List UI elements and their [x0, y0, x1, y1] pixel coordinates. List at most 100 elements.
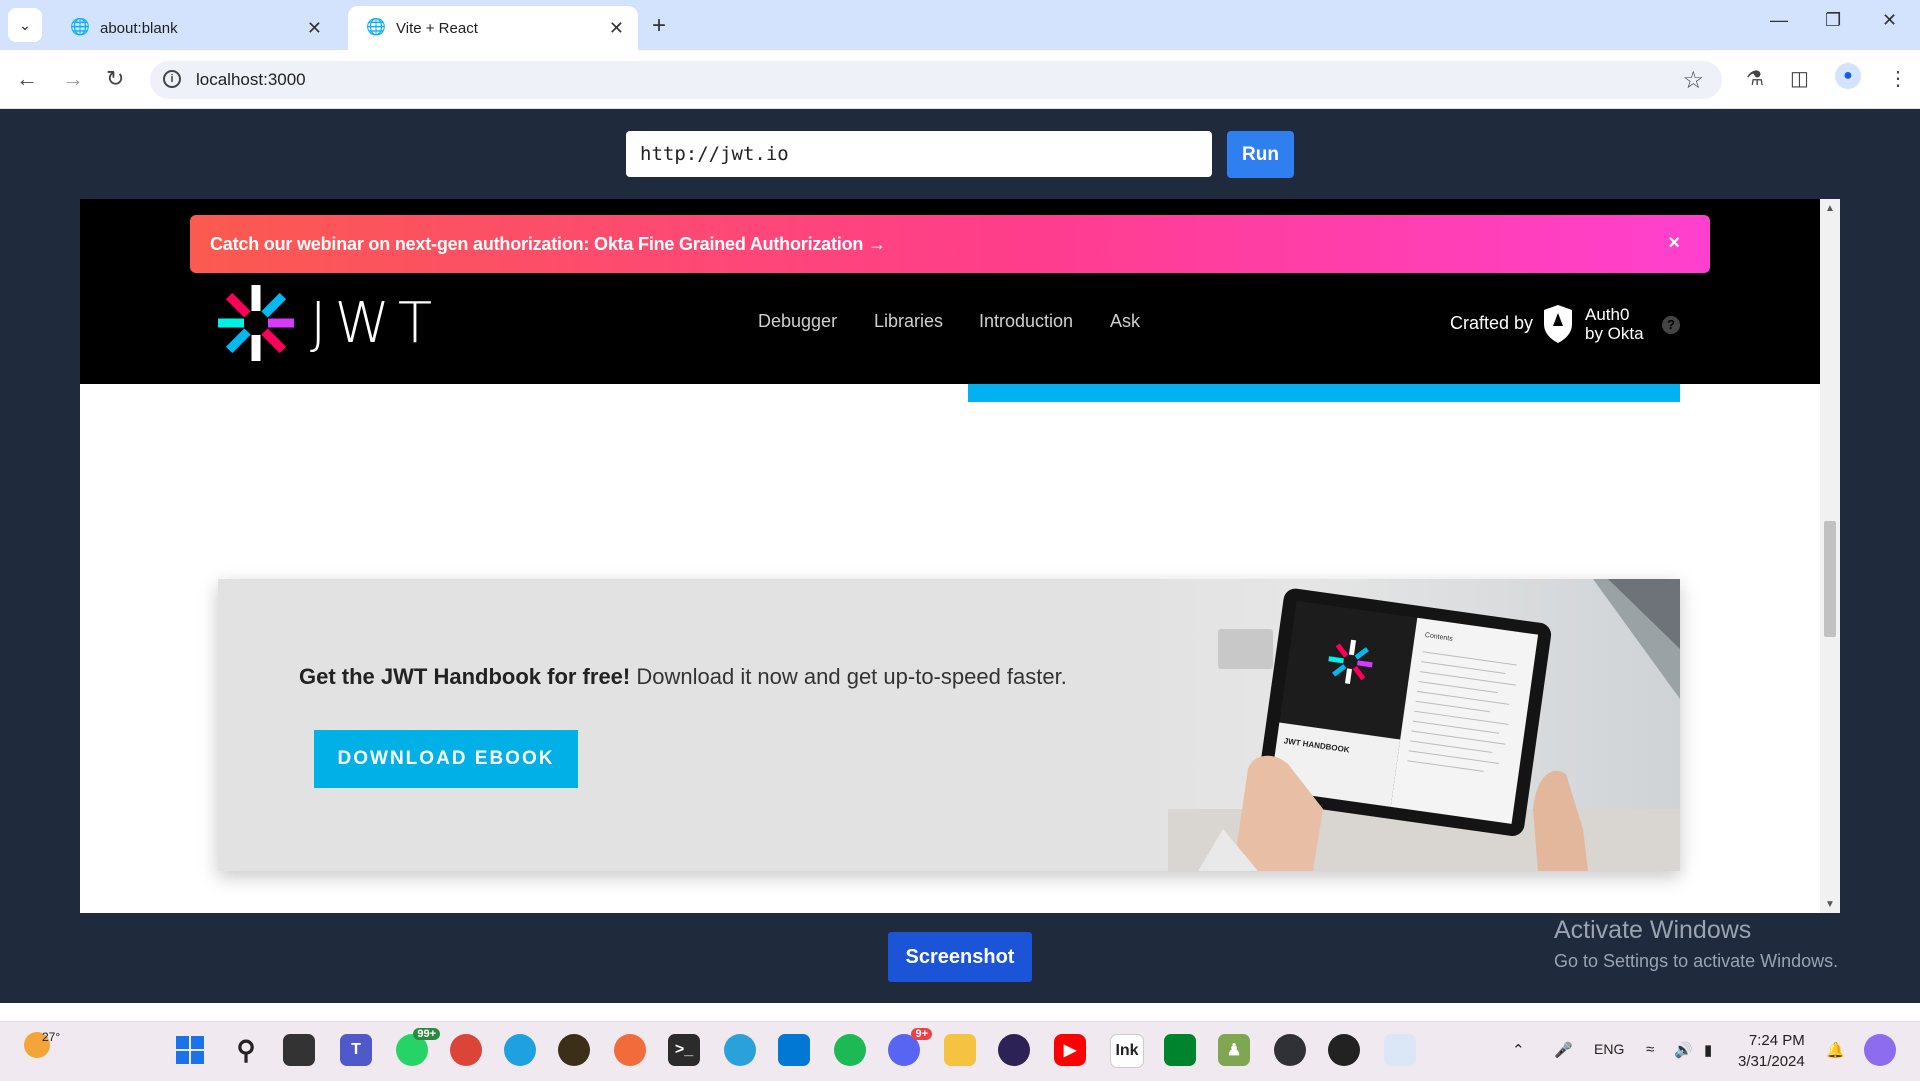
task-view-icon[interactable] — [283, 1034, 315, 1066]
tab-search-button[interactable]: ⌄ — [8, 8, 42, 42]
screenshot-button[interactable]: Screenshot — [888, 932, 1032, 982]
scroll-up-icon[interactable]: ▲ — [1825, 203, 1835, 214]
edge-icon[interactable] — [504, 1034, 536, 1066]
forward-icon[interactable]: → — [62, 66, 84, 92]
jwt-logo-icon[interactable] — [216, 283, 296, 363]
tab-about-blank[interactable]: 🌐 about:blank ✕ — [52, 6, 336, 50]
clock-time: 7:24 PM — [1748, 1032, 1805, 1049]
chrome-active-icon[interactable] — [1384, 1034, 1416, 1066]
discord-badge: 9+ — [911, 1028, 932, 1040]
discord-icon[interactable]: 9+ — [888, 1028, 932, 1066]
webinar-banner[interactable]: Catch our webinar on next-gen authorizat… — [190, 215, 1710, 273]
search-icon[interactable]: ⚲ — [230, 1034, 262, 1066]
youtube-icon[interactable]: ▶ — [1054, 1034, 1086, 1066]
taskbar: 27° ⚲ T 99+ >_ 9+ ▶ Ink ♟ ⌃ 🎤 ENG ≈ 🔊 ▮ … — [0, 1021, 1920, 1081]
scroll-down-icon[interactable]: ▼ — [1825, 899, 1835, 910]
whatsapp-badge: 99+ — [413, 1028, 440, 1040]
ebook-promo-rest: Download it now and get up-to-speed fast… — [630, 664, 1067, 689]
address-bar[interactable]: i localhost:3000 ☆ — [150, 61, 1722, 99]
postman-icon[interactable] — [614, 1034, 646, 1066]
league-icon[interactable] — [558, 1034, 590, 1066]
banner-close-icon[interactable]: × — [1668, 232, 1680, 255]
app-icon[interactable] — [1328, 1034, 1360, 1066]
close-tab-icon[interactable]: ✕ — [609, 18, 624, 39]
address-text: localhost:3000 — [196, 70, 306, 89]
minimize-icon[interactable]: — — [1770, 10, 1788, 31]
back-icon[interactable]: ← — [16, 66, 38, 92]
copilot-icon[interactable] — [1864, 1034, 1896, 1066]
eclipse-icon[interactable] — [998, 1034, 1030, 1066]
telegram-icon[interactable] — [724, 1034, 756, 1066]
terminal-icon[interactable]: >_ — [668, 1034, 700, 1066]
volume-icon[interactable]: 🔊 — [1674, 1041, 1693, 1059]
clock[interactable]: 7:24 PM 3/31/2024 — [1738, 1030, 1805, 1072]
jwt-logo-text[interactable]: JWT — [310, 291, 440, 356]
nav-libraries[interactable]: Libraries — [874, 311, 943, 332]
crafted-by-label: Crafted by — [1450, 313, 1534, 333]
ebook-promo-text: Get the JWT Handbook for free! Download … — [299, 664, 1067, 690]
chevron-down-icon: ⌄ — [19, 16, 31, 33]
tray-overflow-icon[interactable]: ⌃ — [1512, 1041, 1525, 1059]
side-panel-icon[interactable]: ◫ — [1790, 66, 1809, 91]
browser-toolbar: ← → ↻ i localhost:3000 ☆ ⚗ ◫ ● ⋮ — [0, 50, 1920, 109]
inkscape-icon[interactable]: Ink — [1110, 1034, 1144, 1068]
nav-introduction[interactable]: Introduction — [979, 311, 1073, 332]
site-header: Catch our webinar on next-gen authorizat… — [80, 199, 1820, 384]
activate-windows-watermark: Activate Windows Go to Settings to activ… — [1554, 916, 1838, 972]
battery-icon[interactable]: ▮ — [1704, 1041, 1712, 1059]
url-input[interactable] — [626, 131, 1212, 177]
reload-icon[interactable]: ↻ — [106, 66, 124, 92]
weather-widget[interactable]: 27° — [24, 1030, 60, 1063]
site-info-icon[interactable]: i — [163, 70, 181, 88]
preview-frame: Catch our webinar on next-gen authorizat… — [80, 199, 1840, 913]
profile-avatar-icon[interactable]: ● — [1835, 63, 1861, 89]
new-tab-icon[interactable]: + — [652, 12, 666, 40]
tablet-handbook-image: JWT HANDBOOK Contents — [1138, 579, 1680, 871]
chess-icon[interactable]: ♟ — [1218, 1034, 1250, 1066]
google-meet-icon[interactable] — [1164, 1034, 1196, 1066]
vscode-icon[interactable] — [778, 1034, 810, 1066]
page-bottom-strip — [0, 1003, 1920, 1021]
menu-kebab-icon[interactable]: ⋮ — [1888, 66, 1908, 91]
help-icon[interactable]: ? — [1662, 316, 1680, 334]
weather-temp: 27° — [42, 1030, 61, 1044]
spotify-icon[interactable] — [834, 1034, 866, 1066]
teams-icon[interactable]: T — [340, 1034, 372, 1066]
tab-vite-react[interactable]: 🌐 Vite + React ✕ — [348, 6, 638, 50]
auth0-line1: Auth0 — [1585, 305, 1630, 324]
globe-icon: 🌐 — [366, 19, 386, 36]
partial-blue-panel — [968, 384, 1680, 402]
auth0-logo-text[interactable]: Auth0 by Okta — [1585, 305, 1644, 343]
start-windows-icon[interactable] — [174, 1034, 206, 1066]
nav-debugger[interactable]: Debugger — [758, 311, 837, 332]
nav-ask[interactable]: Ask — [1110, 311, 1140, 332]
auth0-shield-icon[interactable] — [1542, 304, 1574, 344]
globe-icon: 🌐 — [70, 19, 90, 36]
restore-icon[interactable]: ❐ — [1825, 10, 1841, 31]
tab-title: Vite + React — [396, 19, 478, 37]
labs-flask-icon[interactable]: ⚗ — [1746, 66, 1764, 91]
auth0-line2: by Okta — [1585, 324, 1644, 343]
close-tab-icon[interactable]: ✕ — [307, 18, 322, 39]
ebook-promo-bold: Get the JWT Handbook for free! — [299, 664, 631, 689]
activate-subtitle: Go to Settings to activate Windows. — [1554, 951, 1839, 971]
download-ebook-button[interactable]: DOWNLOAD EBOOK — [314, 730, 578, 788]
window-close-icon[interactable]: ✕ — [1882, 10, 1897, 31]
file-explorer-icon[interactable] — [944, 1034, 976, 1066]
activate-title: Activate Windows — [1554, 916, 1752, 944]
microphone-icon[interactable]: 🎤 — [1554, 1041, 1573, 1059]
whatsapp-icon[interactable]: 99+ — [396, 1028, 440, 1066]
language-indicator[interactable]: ENG — [1594, 1041, 1624, 1057]
chrome-icon[interactable] — [450, 1034, 482, 1066]
tab-title: about:blank — [100, 19, 178, 37]
electron-icon[interactable] — [1274, 1034, 1306, 1066]
notification-bell-icon[interactable]: 🔔 — [1826, 1041, 1845, 1059]
bookmark-star-icon[interactable]: ☆ — [1682, 66, 1704, 95]
ebook-promo: Get the JWT Handbook for free! Download … — [218, 579, 1680, 871]
tab-strip: ⌄ 🌐 about:blank ✕ 🌐 Vite + React ✕ + — ❐… — [0, 0, 1920, 50]
wifi-icon[interactable]: ≈ — [1646, 1041, 1654, 1058]
frame-scrollbar[interactable]: ▲ ▼ — [1820, 199, 1840, 913]
scrollbar-thumb[interactable] — [1824, 521, 1836, 637]
banner-text[interactable]: Catch our webinar on next-gen authorizat… — [210, 234, 886, 255]
run-button[interactable]: Run — [1227, 131, 1294, 178]
